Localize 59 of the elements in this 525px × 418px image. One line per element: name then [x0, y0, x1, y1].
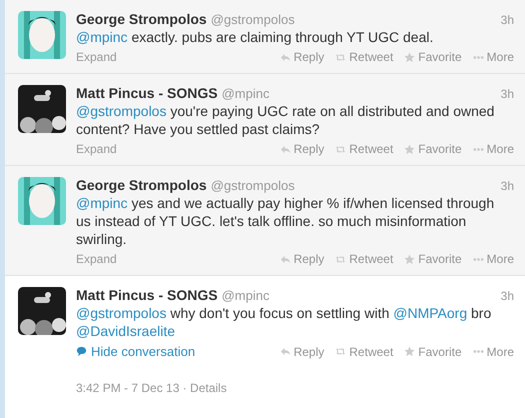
retweet-icon [335, 254, 346, 264]
expand-link[interactable]: Expand [76, 252, 117, 266]
tweet-card[interactable]: Matt Pincus - SONGS @mpinc 3h @gstrompolos you're paying UGC rate on all distributed and owned content? Have you settled past claims? Expand Reply Retweet Favorite More [5, 74, 525, 166]
user-name[interactable]: Matt Pincus - SONGS [76, 287, 218, 303]
tweet-timestamp[interactable]: 3:42 PM - 7 Dec 13 · Details [76, 381, 514, 395]
favorite-action[interactable]: Favorite [404, 344, 462, 358]
reply-action[interactable]: Reply [280, 344, 324, 358]
user-name[interactable]: George Strompolos [76, 177, 207, 193]
reply-action[interactable]: Reply [280, 252, 324, 266]
user-handle[interactable]: @mpinc [222, 288, 270, 303]
reply-arrow-icon [280, 346, 291, 357]
more-action[interactable]: More [472, 50, 514, 64]
user-name[interactable]: George Strompolos [76, 11, 207, 27]
reply-arrow-icon [280, 52, 291, 62]
tweet-text: @mpinc exactly. pubs are claiming through YT UGC deal. [76, 28, 434, 46]
mention-link[interactable]: @NMPAorg [393, 305, 468, 321]
tweet-text: @gstrompolos why don't you focus on settling with @NMPAorg bro @DavidIsraelite [76, 304, 492, 340]
tweet-text: @mpinc yes and we actually pay higher % if/when licensed through us instead of YT UGC. let's talk offline. so much misinformation swirling. [76, 194, 496, 248]
retweet-icon [335, 346, 346, 357]
reply-action[interactable]: Reply [280, 142, 324, 156]
user-handle[interactable]: @mpinc [222, 86, 270, 101]
user-handle[interactable]: @gstrompolos [210, 12, 295, 27]
favorite-action[interactable]: Favorite [404, 50, 462, 64]
hide-conversation-link[interactable]: Hide conversation [76, 344, 196, 359]
star-icon [404, 346, 416, 357]
favorite-action[interactable]: Favorite [404, 252, 462, 266]
tweet-time[interactable]: 3h [500, 179, 514, 193]
retweet-action[interactable]: Retweet [335, 252, 394, 266]
star-icon [404, 254, 416, 264]
tweet-card[interactable] [5, 166, 525, 276]
user-name[interactable]: Matt Pincus - SONGS [76, 85, 218, 101]
mention-link[interactable]: @mpinc [76, 29, 128, 45]
tweet-text: @gstrompolos you're paying UGC rate on all distributed and owned content? Have you settled past claims? [76, 102, 496, 138]
reply-arrow-icon [280, 254, 291, 264]
user-handle[interactable]: @gstrompolos [210, 178, 295, 193]
star-icon [404, 52, 416, 62]
star-icon [404, 144, 416, 154]
expand-link[interactable]: Expand [76, 50, 117, 64]
mention-link[interactable]: @gstrompolos [76, 103, 166, 119]
tweet-time[interactable]: 3h [500, 13, 514, 27]
favorite-action[interactable]: Favorite [404, 142, 462, 156]
retweet-icon [335, 52, 346, 62]
tweet-card[interactable]: George Strompolos @gstrompolos 3h @mpinc exactly. pubs are claiming through YT UGC deal. Expand Reply Retweet Favorite More [5, 0, 525, 74]
more-action[interactable]: More [472, 142, 514, 156]
reply-action[interactable]: Reply [280, 50, 324, 64]
retweet-action[interactable]: Retweet [335, 344, 394, 358]
tweet-time[interactable]: 3h [500, 289, 514, 303]
tweet-time[interactable]: 3h [500, 87, 514, 101]
mention-link[interactable]: @mpinc [76, 195, 128, 211]
more-action[interactable]: More [472, 344, 514, 358]
retweet-action[interactable]: Retweet [335, 142, 394, 156]
retweet-icon [335, 144, 346, 154]
more-action[interactable]: More [472, 252, 514, 266]
speech-bubble-icon [76, 346, 87, 357]
retweet-action[interactable]: Retweet [335, 50, 394, 64]
reply-arrow-icon [280, 144, 291, 154]
expand-link[interactable]: Expand [76, 142, 117, 156]
mention-link[interactable]: @gstrompolos [76, 305, 166, 321]
mention-link[interactable]: @DavidIsraelite [76, 323, 176, 339]
